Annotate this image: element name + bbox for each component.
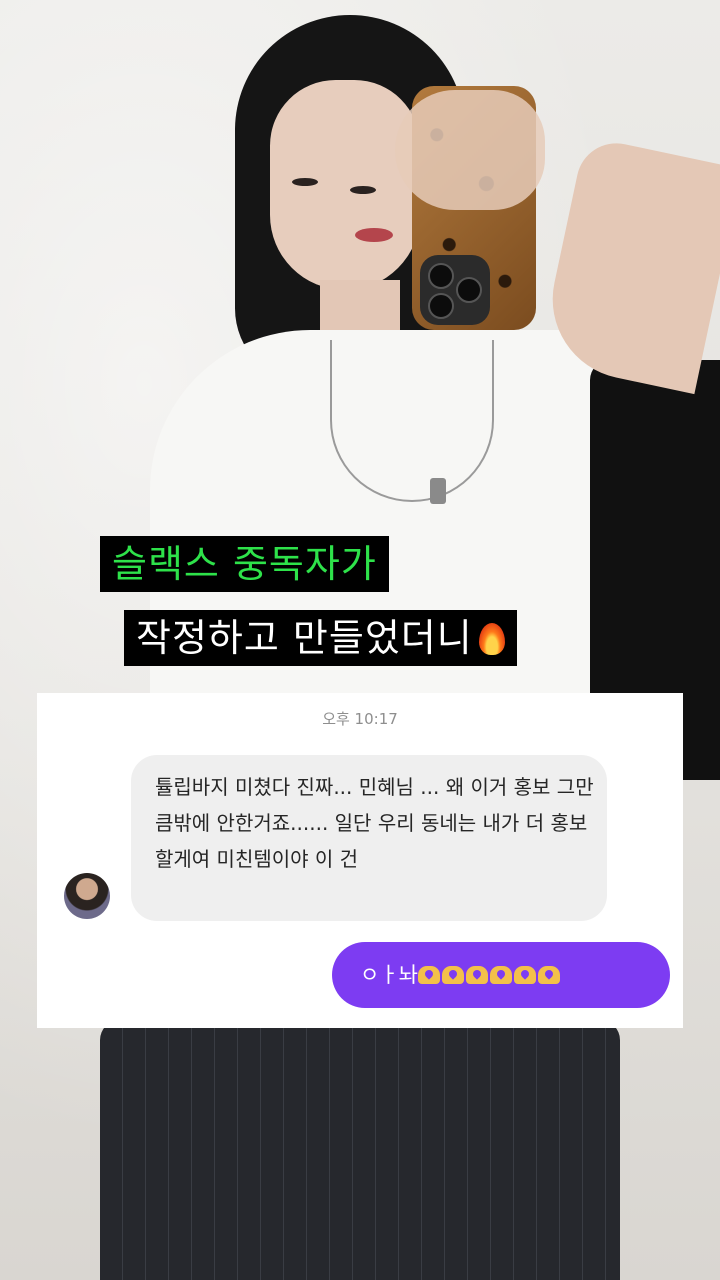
caption-line-1-text: 슬랙스 중독자가	[112, 542, 377, 586]
camera-lens-icon	[428, 263, 454, 289]
camera-lens-icon	[428, 293, 454, 319]
face	[270, 80, 420, 290]
phone-camera	[420, 255, 490, 325]
left-eye	[292, 178, 318, 186]
outgoing-message-bubble[interactable]: ㅇㅏ놔	[332, 942, 670, 1008]
caption-line-1: 슬랙스 중독자가	[100, 536, 389, 592]
right-eye	[350, 186, 376, 194]
incoming-message-text: 튤립바지 미쳤다 진짜... 민혜님 ... 왜 이거 홍보 그만큼밖에 안한거…	[155, 775, 594, 871]
heart-hands-icon	[417, 944, 562, 1010]
pinstripe-trousers	[100, 1020, 620, 1280]
camera-lens-icon	[456, 277, 482, 303]
heart-hands-icon	[417, 966, 440, 984]
incoming-message-bubble[interactable]: 튤립바지 미쳤다 진짜... 민혜님 ... 왜 이거 홍보 그만큼밖에 안한거…	[131, 755, 607, 921]
lips	[355, 228, 393, 242]
heart-hands-icon	[513, 966, 536, 984]
outgoing-message-text: ㅇㅏ놔	[360, 963, 418, 987]
heart-hands-icon	[441, 966, 464, 984]
dm-chat-panel: 오후 10:17 튤립바지 미쳤다 진짜... 민혜님 ... 왜 이거 홍보 …	[37, 693, 683, 1028]
caption-line-2-text: 작정하고 만들었더니	[136, 616, 473, 660]
fire-icon	[478, 623, 505, 655]
avatar[interactable]	[64, 873, 110, 919]
message-timestamp: 오후 10:17	[322, 710, 398, 728]
hand	[395, 90, 545, 210]
heart-hands-icon	[537, 966, 560, 984]
necklace-pendant	[430, 478, 446, 504]
outgoing-message-content: ㅇㅏ놔	[360, 942, 562, 1010]
heart-hands-icon	[465, 966, 488, 984]
necklace	[330, 340, 494, 502]
heart-hands-icon	[489, 966, 512, 984]
caption-line-2: 작정하고 만들었더니	[124, 610, 517, 666]
